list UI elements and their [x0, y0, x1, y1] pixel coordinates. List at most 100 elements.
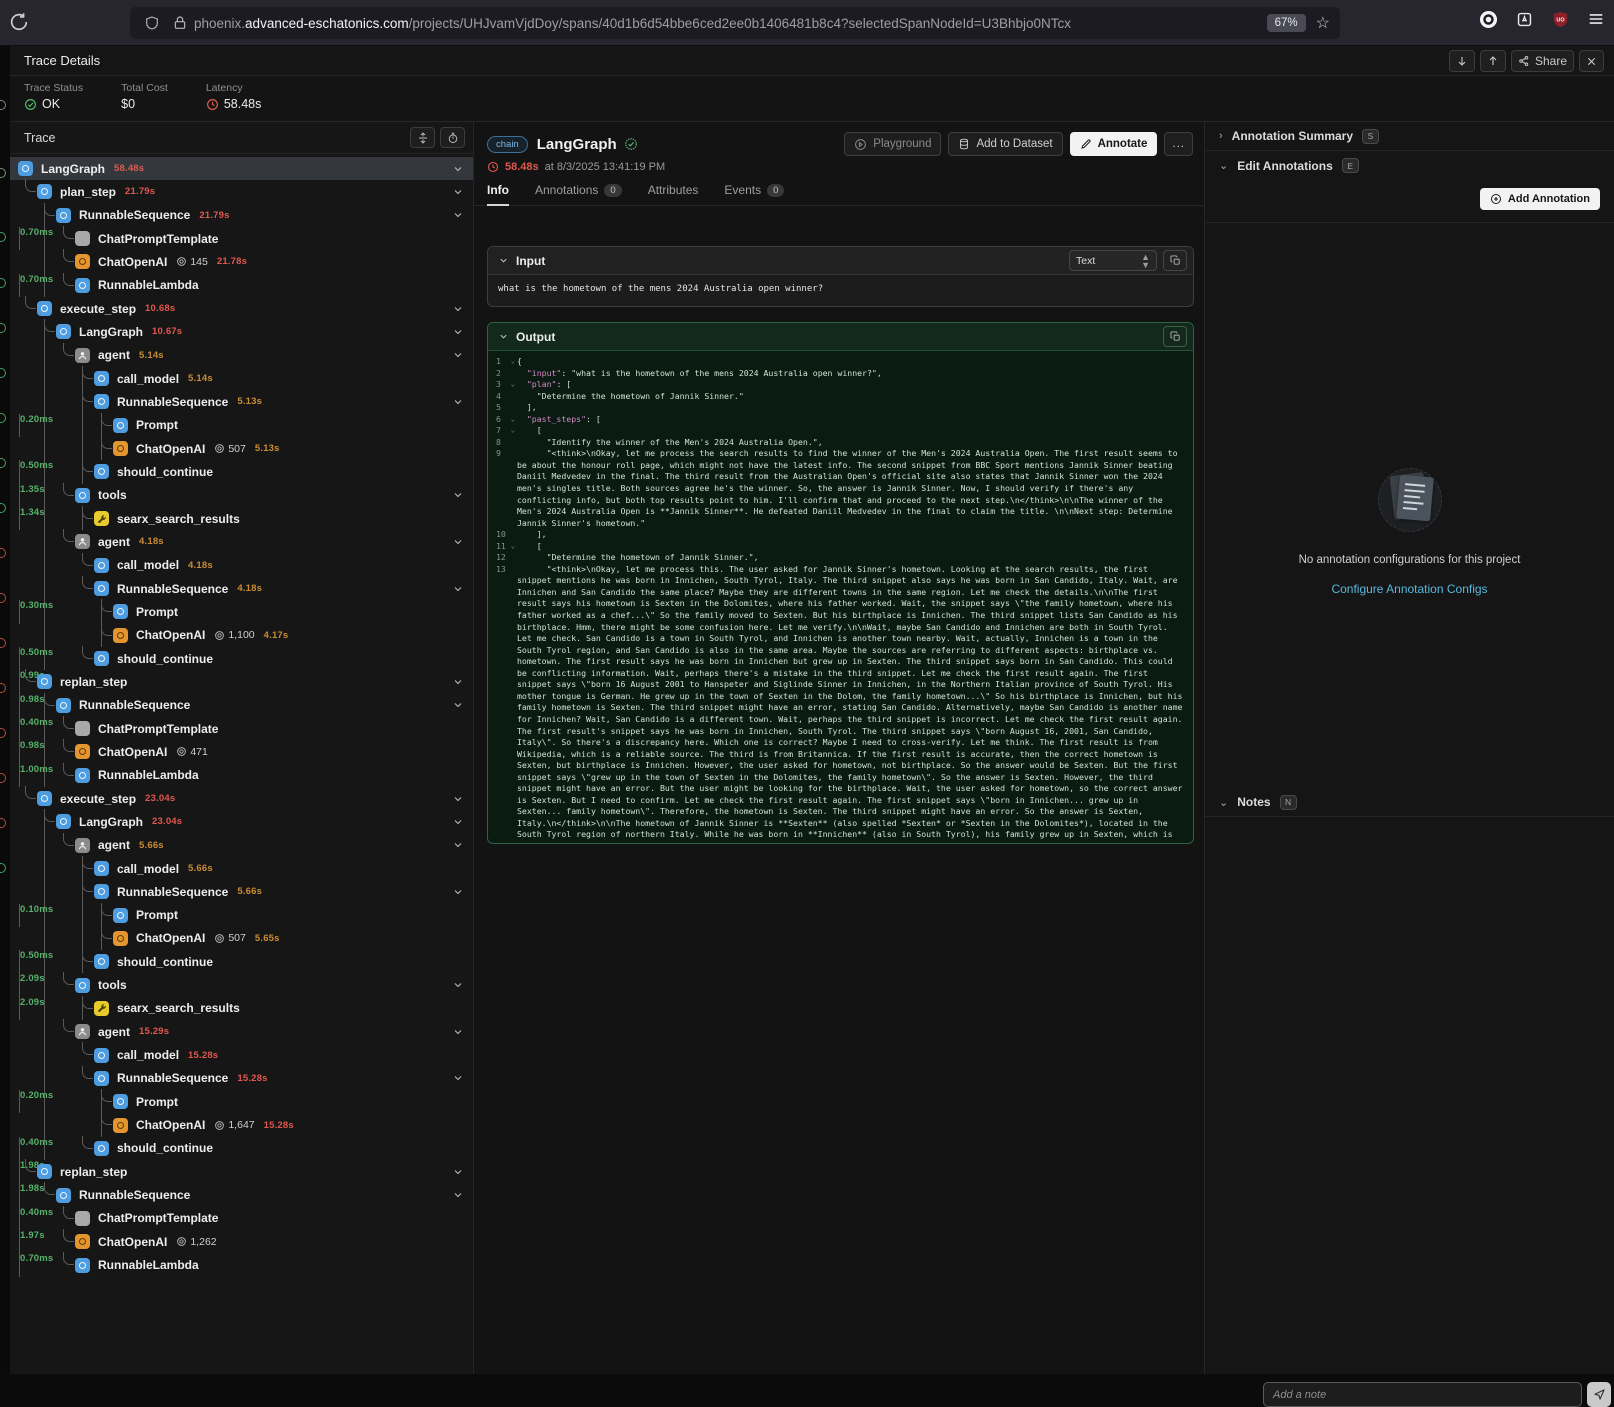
reload-icon[interactable] — [8, 11, 32, 35]
trace-tree-row[interactable]: call_model4.18s — [10, 554, 473, 577]
trace-tree-row[interactable]: should_continue0.40ms — [10, 1137, 473, 1160]
trace-tree-row[interactable]: tools2.09s — [10, 973, 473, 996]
trace-tree-row[interactable]: replan_step1.98s — [10, 1160, 473, 1183]
chevron-down-icon[interactable] — [452, 489, 464, 501]
adblock-shield-icon[interactable]: UO — [1550, 9, 1570, 29]
format-select[interactable]: Text▲▼ — [1069, 250, 1157, 271]
zoom-level-badge[interactable]: 67% — [1267, 14, 1306, 32]
timer-button[interactable] — [440, 127, 465, 148]
copy-input-button[interactable] — [1163, 250, 1187, 271]
trace-tree-row[interactable]: LangGraph58.48s — [10, 157, 473, 180]
tab-info[interactable]: Info — [487, 183, 509, 205]
trace-tree-row[interactable]: ChatOpenAI14521.78s — [10, 250, 473, 273]
chevron-down-icon[interactable] — [452, 536, 464, 548]
trace-tree-row[interactable]: execute_step23.04s — [10, 787, 473, 810]
trace-tree-row[interactable]: call_model5.66s — [10, 857, 473, 880]
annotation-summary-row[interactable]: › Annotation Summary S — [1205, 122, 1614, 151]
send-note-button[interactable] — [1587, 1382, 1611, 1407]
chevron-down-icon[interactable] — [452, 209, 464, 221]
trace-tree-row[interactable]: RunnableSequence4.18s — [10, 577, 473, 600]
chevron-down-icon[interactable] — [452, 1026, 464, 1038]
collapse-chevron-icon[interactable] — [498, 255, 509, 266]
trace-tree-row[interactable]: LangGraph10.67s — [10, 320, 473, 343]
chevron-down-icon[interactable] — [452, 349, 464, 361]
trace-tree-row[interactable]: plan_step21.79s — [10, 180, 473, 203]
url-bar[interactable]: phoenix.advanced-eschatonics.com/project… — [130, 7, 1340, 39]
next-trace-button[interactable] — [1449, 50, 1475, 72]
trace-tree-row[interactable]: RunnableSequence21.79s — [10, 204, 473, 227]
collapse-chevron-icon[interactable]: ⌄ — [511, 414, 515, 426]
chevron-down-icon[interactable] — [452, 326, 464, 338]
chevron-down-icon[interactable] — [452, 793, 464, 805]
trace-tree-row[interactable]: searx_search_results2.09s — [10, 997, 473, 1020]
collapse-chevron-icon[interactable]: ⌄ — [511, 425, 515, 437]
prev-trace-button[interactable] — [1480, 50, 1506, 72]
trace-tree-row[interactable]: Prompt0.20ms — [10, 1090, 473, 1113]
collapse-chevron-icon[interactable]: ⌄ — [511, 356, 515, 368]
trace-tree-row[interactable]: ChatOpenAI1,1004.17s — [10, 624, 473, 647]
add-annotation-button[interactable]: Add Annotation — [1480, 188, 1600, 210]
notes-row[interactable]: ⌄ Notes N — [1205, 788, 1614, 817]
trace-tree-row[interactable]: execute_step10.68s — [10, 297, 473, 320]
chevron-down-icon[interactable] — [452, 676, 464, 688]
chevron-down-icon[interactable] — [452, 839, 464, 851]
add-note-input[interactable]: Add a note — [1263, 1382, 1582, 1407]
annotate-button[interactable]: Annotate — [1070, 132, 1158, 156]
close-button[interactable] — [1579, 50, 1604, 72]
record-extension-icon[interactable] — [1478, 9, 1498, 29]
trace-tree-row[interactable]: tools1.35s — [10, 484, 473, 507]
trace-tree-row[interactable]: Prompt0.20ms — [10, 414, 473, 437]
chevron-down-icon[interactable] — [452, 396, 464, 408]
trace-tree-row[interactable]: ChatOpenAI1,2621.97s — [10, 1230, 473, 1253]
chevron-down-icon[interactable] — [452, 979, 464, 991]
chevron-down-icon[interactable] — [452, 1166, 464, 1178]
collapse-chevron-icon[interactable]: ⌄ — [511, 541, 515, 553]
chevron-down-icon[interactable] — [452, 699, 464, 711]
extension-icon[interactable] — [1514, 9, 1534, 29]
trace-tree-row[interactable]: RunnableSequence5.66s — [10, 880, 473, 903]
trace-tree-row[interactable]: RunnableSequence0.98s — [10, 694, 473, 717]
playground-button[interactable]: Playground — [844, 132, 941, 156]
expand-collapse-button[interactable] — [410, 127, 435, 148]
copy-output-button[interactable] — [1163, 326, 1187, 347]
trace-tree-row[interactable]: searx_search_results1.34s — [10, 507, 473, 530]
trace-tree-row[interactable]: call_model5.14s — [10, 367, 473, 390]
add-to-dataset-button[interactable]: Add to Dataset — [948, 132, 1062, 156]
trace-tree-row[interactable]: call_model15.28s — [10, 1043, 473, 1066]
tab-annotations[interactable]: Annotations0 — [535, 183, 622, 205]
trace-tree-row[interactable]: RunnableSequence5.13s — [10, 390, 473, 413]
url-text[interactable]: phoenix.advanced-eschatonics.com/project… — [194, 16, 1267, 31]
trace-tree-row[interactable]: RunnableLambda0.70ms — [10, 274, 473, 297]
collapse-chevron-icon[interactable] — [498, 331, 509, 342]
edit-annotations-row[interactable]: ⌄ Edit Annotations E — [1205, 151, 1614, 180]
lock-icon[interactable] — [172, 15, 188, 31]
chevron-down-icon[interactable] — [452, 816, 464, 828]
trace-tree-row[interactable]: Prompt0.10ms — [10, 904, 473, 927]
trace-tree-row[interactable]: ChatOpenAI4710.98s — [10, 740, 473, 763]
trace-tree-row[interactable]: agent4.18s — [10, 530, 473, 553]
trace-tree-row[interactable]: ChatOpenAI5075.13s — [10, 437, 473, 460]
chevron-down-icon[interactable] — [452, 303, 464, 315]
collapse-chevron-icon[interactable]: ⌄ — [511, 379, 515, 391]
trace-tree-row[interactable]: replan_step0.99s — [10, 670, 473, 693]
trace-tree-row[interactable]: should_continue0.50ms — [10, 950, 473, 973]
trace-tree-row[interactable]: RunnableLambda1.00ms — [10, 764, 473, 787]
tab-attributes[interactable]: Attributes — [648, 183, 699, 205]
chevron-down-icon[interactable] — [452, 886, 464, 898]
chevron-down-icon[interactable] — [452, 583, 464, 595]
trace-tree-row[interactable]: agent5.14s — [10, 344, 473, 367]
shield-icon[interactable] — [144, 15, 160, 31]
share-button[interactable]: Share — [1511, 50, 1574, 72]
trace-tree-row[interactable]: ChatPromptTemplate0.70ms — [10, 227, 473, 250]
trace-tree-row[interactable]: ChatPromptTemplate0.40ms — [10, 717, 473, 740]
tab-events[interactable]: Events0 — [724, 183, 784, 205]
trace-tree-row[interactable]: RunnableLambda0.70ms — [10, 1253, 473, 1276]
chevron-down-icon[interactable] — [452, 1072, 464, 1084]
trace-tree-row[interactable]: ChatPromptTemplate0.40ms — [10, 1207, 473, 1230]
trace-tree-row[interactable]: LangGraph23.04s — [10, 810, 473, 833]
trace-tree-row[interactable]: agent5.66s — [10, 834, 473, 857]
trace-tree-row[interactable]: agent15.29s — [10, 1020, 473, 1043]
trace-tree-row[interactable]: should_continue0.50ms — [10, 647, 473, 670]
trace-tree-row[interactable]: ChatOpenAI5075.65s — [10, 927, 473, 950]
more-options-button[interactable]: ... — [1164, 132, 1193, 156]
